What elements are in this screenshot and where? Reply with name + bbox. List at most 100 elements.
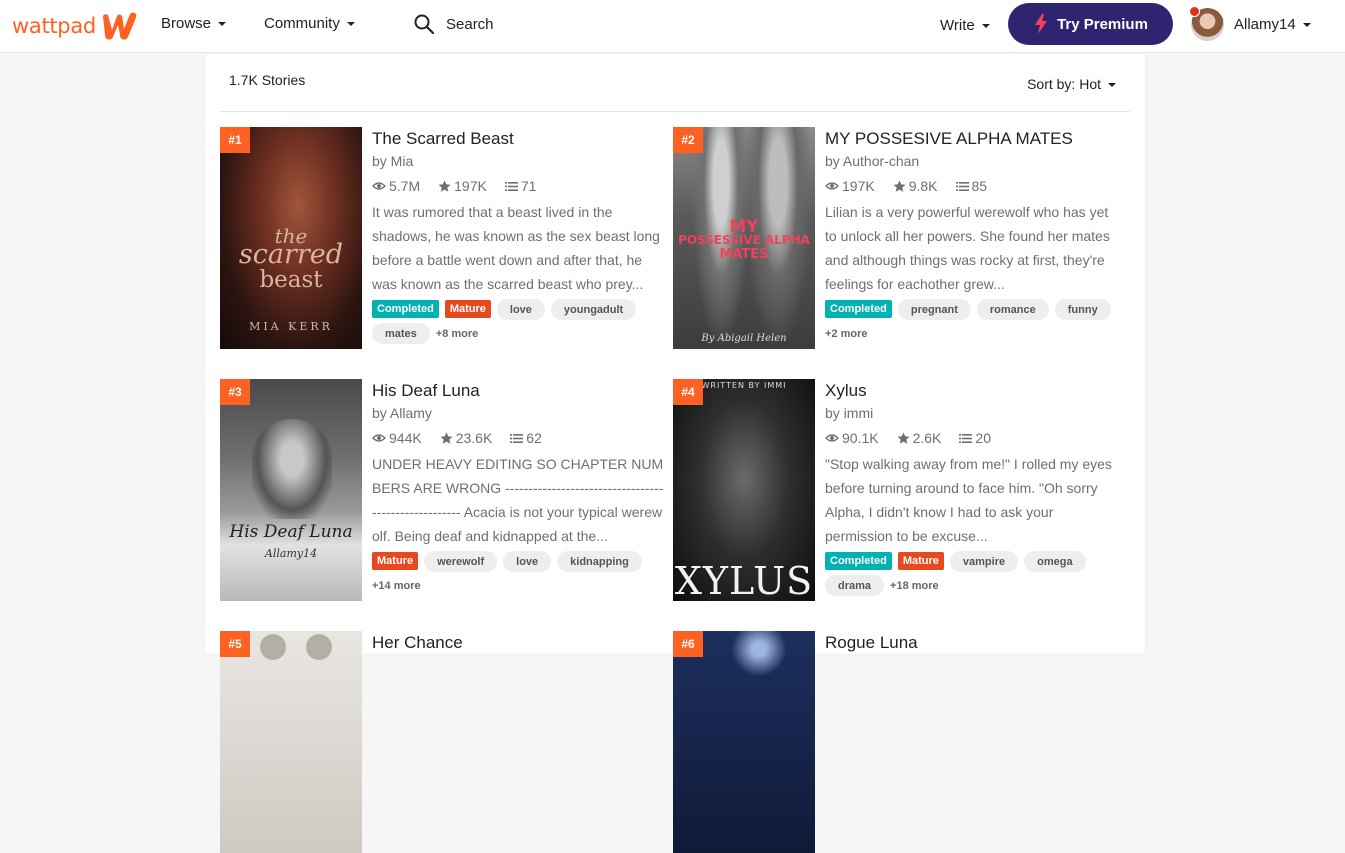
more-tags[interactable]: +18 more: [890, 575, 939, 596]
story-title[interactable]: Xylus: [825, 381, 1121, 401]
stories-panel: 1.7K Stories Sort by: Hot the scarred be…: [205, 54, 1145, 853]
story-cover[interactable]: #5: [220, 631, 362, 853]
parts-stat: 62: [510, 430, 542, 446]
eye-icon: [372, 434, 386, 442]
cover-text: XYLUS: [674, 559, 814, 601]
votes-stat: 2.6K: [897, 430, 941, 446]
story-description: "Stop walking away from me!" I rolled my…: [825, 456, 1112, 544]
votes-count: 23.6K: [455, 430, 493, 446]
cover-text: MIA KERR: [249, 320, 333, 333]
story-author[interactable]: by Mia: [372, 153, 668, 169]
story-title[interactable]: The Scarred Beast: [372, 129, 668, 149]
story-title[interactable]: Rogue Luna: [825, 633, 1121, 653]
star-icon: [438, 180, 451, 192]
story-description: UNDER HEAVY EDITING SO CHAPTER NUMBERS A…: [372, 456, 664, 544]
tag-chip[interactable]: love: [503, 551, 552, 572]
logo-text: wattpad: [12, 14, 96, 38]
browse-menu[interactable]: Browse: [161, 15, 227, 32]
community-menu[interactable]: Community: [264, 15, 355, 32]
story-stats: 944K 23.6K 62: [372, 430, 668, 446]
tag-chip[interactable]: youngadult: [550, 299, 637, 320]
logo-w-icon: [102, 12, 137, 40]
story-stats: 197K 9.8K 85: [825, 178, 1121, 194]
list-icon: [510, 433, 524, 443]
parts-count: 20: [975, 430, 991, 446]
story-card[interactable]: MY POSSESSIVE ALPHA MATES By Abigail Hel…: [673, 127, 1123, 349]
sort-dropdown[interactable]: Sort by: Hot: [1027, 76, 1116, 92]
more-tags[interactable]: +2 more: [825, 323, 868, 344]
more-tags[interactable]: +8 more: [436, 323, 479, 344]
wattpad-logo[interactable]: wattpad: [12, 9, 140, 43]
completed-badge: Completed: [825, 552, 892, 570]
story-author[interactable]: by Allamy: [372, 405, 668, 421]
panel-header: 1.7K Stories Sort by: Hot: [220, 54, 1130, 112]
story-author[interactable]: by immi: [825, 405, 1121, 421]
tag-chip[interactable]: mates: [372, 323, 430, 344]
story-cover[interactable]: His Deaf Luna Allamy14 #3: [220, 379, 362, 601]
story-info: MY POSSESIVE ALPHA MATES by Author-chan …: [825, 127, 1121, 344]
try-premium-button[interactable]: Try Premium: [1008, 3, 1173, 45]
write-label: Write: [940, 17, 975, 34]
rank-badge: #1: [220, 127, 250, 153]
search-placeholder: Search: [446, 15, 494, 33]
notification-dot: [1189, 6, 1200, 17]
parts-count: 71: [520, 178, 537, 194]
story-title[interactable]: Her Chance: [372, 633, 668, 653]
story-cover[interactable]: MY POSSESSIVE ALPHA MATES By Abigail Hel…: [673, 127, 815, 349]
parts-stat: 20: [959, 430, 991, 446]
story-stats: 90.1K 2.6K 20: [825, 430, 1121, 446]
cover-text: Allamy14: [264, 547, 318, 560]
votes-count: 9.8K: [908, 178, 938, 194]
tag-chip[interactable]: romance: [976, 299, 1049, 320]
story-title[interactable]: MY POSSESIVE ALPHA MATES: [825, 129, 1121, 149]
reads-count: 197K: [842, 178, 875, 194]
tag-chip[interactable]: werewolf: [424, 551, 498, 572]
votes-count: 197K: [454, 178, 487, 194]
story-info: Rogue Luna: [825, 631, 1121, 653]
cover-text: By Abigail Helen: [701, 333, 787, 344]
reads-count: 944K: [389, 430, 422, 446]
story-title[interactable]: His Deaf Luna: [372, 381, 668, 401]
list-icon: [955, 181, 969, 191]
tag-chip[interactable]: omega: [1024, 551, 1086, 572]
user-menu[interactable]: Allamy14: [1189, 6, 1311, 41]
tag-chip[interactable]: drama: [825, 575, 885, 596]
reads-count: 90.1K: [842, 430, 879, 446]
tag-chip[interactable]: funny: [1054, 299, 1111, 320]
story-info: Xylus by immi 90.1K 2.6K 20 "Stop walkin…: [825, 379, 1121, 599]
story-card[interactable]: #5 Her Chance: [220, 631, 670, 853]
eye-icon: [372, 182, 386, 190]
story-card[interactable]: #6 Rogue Luna: [673, 631, 1123, 853]
tag-chip[interactable]: love: [496, 299, 545, 320]
chevron-down-icon: [218, 22, 227, 26]
story-cover[interactable]: #6: [673, 631, 815, 853]
more-tags[interactable]: +14 more: [372, 575, 421, 596]
story-card[interactable]: the scarred beast MIA KERR #1 The Scarre…: [220, 127, 670, 349]
cover-text: POSSESSIVE ALPHA: [678, 233, 810, 247]
mature-badge: Mature: [444, 300, 491, 318]
story-cover[interactable]: the scarred beast MIA KERR #1: [220, 127, 362, 349]
cover-text: MATES: [719, 247, 769, 262]
tag-chip[interactable]: pregnant: [897, 299, 971, 320]
reads-stat: 5.7M: [372, 178, 420, 194]
tag-list: Completed pregnant romance funny +2 more: [825, 299, 1121, 344]
search-input[interactable]: Search: [414, 14, 494, 34]
story-card[interactable]: WRITTEN BY IMMI XYLUS #4 Xylus by immi 9…: [673, 379, 1123, 601]
tag-chip[interactable]: vampire: [949, 551, 1019, 572]
community-label: Community: [264, 15, 340, 32]
votes-stat: 23.6K: [440, 430, 493, 446]
write-menu[interactable]: Write: [940, 17, 990, 34]
sort-label: Sort by: Hot: [1027, 76, 1101, 92]
cover-text: beast: [259, 267, 323, 293]
story-cover[interactable]: WRITTEN BY IMMI XYLUS #4: [673, 379, 815, 601]
username: Allamy14: [1234, 16, 1296, 33]
parts-count: 85: [971, 178, 988, 194]
story-card[interactable]: His Deaf Luna Allamy14 #3 His Deaf Luna …: [220, 379, 670, 601]
reads-stat: 90.1K: [825, 430, 879, 446]
story-description: It was rumored that a beast lived in the…: [372, 204, 660, 292]
star-icon: [440, 432, 453, 444]
star-icon: [893, 180, 906, 192]
list-icon: [959, 433, 973, 443]
tag-chip[interactable]: kidnapping: [557, 551, 642, 572]
story-author[interactable]: by Author-chan: [825, 153, 1121, 169]
